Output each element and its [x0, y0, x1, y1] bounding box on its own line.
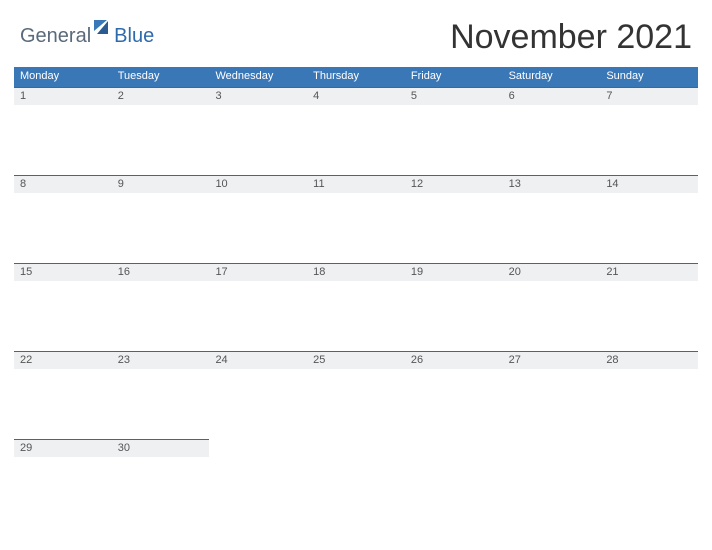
day-cell: 22 [14, 351, 112, 439]
day-number [405, 439, 503, 457]
day-cell: 12 [405, 175, 503, 263]
day-number: 13 [503, 175, 601, 193]
day-cell: 13 [503, 175, 601, 263]
weekday-header: Tuesday [112, 67, 210, 87]
day-cell: 16 [112, 263, 210, 351]
day-number [600, 439, 698, 457]
day-cell: 24 [209, 351, 307, 439]
day-number: 29 [14, 439, 112, 457]
day-cell: 15 [14, 263, 112, 351]
day-cell: 20 [503, 263, 601, 351]
day-number: 28 [600, 351, 698, 369]
day-number [307, 439, 405, 457]
day-number: 22 [14, 351, 112, 369]
day-number: 20 [503, 263, 601, 281]
day-number: 4 [307, 87, 405, 105]
day-number: 1 [14, 87, 112, 105]
weekday-header: Sunday [600, 67, 698, 87]
day-number [503, 439, 601, 457]
day-cell: 27 [503, 351, 601, 439]
day-cell: 11 [307, 175, 405, 263]
week-row: 1 2 3 4 5 6 7 [14, 87, 698, 175]
day-cell: 14 [600, 175, 698, 263]
day-number: 25 [307, 351, 405, 369]
day-number: 15 [14, 263, 112, 281]
week-row: 22 23 24 25 26 27 28 [14, 351, 698, 439]
day-number: 23 [112, 351, 210, 369]
day-cell: 19 [405, 263, 503, 351]
logo-mark-icon [94, 20, 112, 39]
day-number: 27 [503, 351, 601, 369]
weekday-header: Friday [405, 67, 503, 87]
day-number: 24 [209, 351, 307, 369]
day-number: 11 [307, 175, 405, 193]
day-number: 9 [112, 175, 210, 193]
logo-text-blue: Blue [114, 25, 154, 48]
day-cell: 4 [307, 87, 405, 175]
weekday-header-row: Monday Tuesday Wednesday Thursday Friday… [14, 67, 698, 87]
week-row: 15 16 17 18 19 20 21 [14, 263, 698, 351]
day-number: 2 [112, 87, 210, 105]
week-row: 29 30 [14, 439, 698, 527]
day-number: 6 [503, 87, 601, 105]
day-cell: 21 [600, 263, 698, 351]
day-number: 17 [209, 263, 307, 281]
day-cell: 23 [112, 351, 210, 439]
day-number [209, 439, 307, 457]
day-cell: 30 [112, 439, 210, 527]
day-cell: 18 [307, 263, 405, 351]
logo: General Blue [14, 20, 154, 57]
day-cell-empty [209, 439, 307, 527]
header: General Blue November 2021 [14, 18, 698, 57]
day-cell: 17 [209, 263, 307, 351]
day-cell: 7 [600, 87, 698, 175]
day-cell-empty [307, 439, 405, 527]
day-number: 21 [600, 263, 698, 281]
day-cell: 9 [112, 175, 210, 263]
day-cell-empty [405, 439, 503, 527]
day-cell: 10 [209, 175, 307, 263]
day-cell: 26 [405, 351, 503, 439]
day-number: 12 [405, 175, 503, 193]
day-cell: 28 [600, 351, 698, 439]
weekday-header: Wednesday [209, 67, 307, 87]
day-cell: 25 [307, 351, 405, 439]
day-cell: 5 [405, 87, 503, 175]
day-number: 26 [405, 351, 503, 369]
logo-text-general: General [20, 25, 91, 48]
day-number: 30 [112, 439, 210, 457]
day-cell: 29 [14, 439, 112, 527]
day-cell: 3 [209, 87, 307, 175]
day-cell: 8 [14, 175, 112, 263]
day-cell: 6 [503, 87, 601, 175]
day-number: 10 [209, 175, 307, 193]
day-number: 19 [405, 263, 503, 281]
weekday-header: Saturday [503, 67, 601, 87]
weekday-header: Thursday [307, 67, 405, 87]
day-number: 5 [405, 87, 503, 105]
day-number: 14 [600, 175, 698, 193]
day-cell: 2 [112, 87, 210, 175]
day-number: 3 [209, 87, 307, 105]
day-cell: 1 [14, 87, 112, 175]
day-cell-empty [503, 439, 601, 527]
day-number: 18 [307, 263, 405, 281]
day-number: 16 [112, 263, 210, 281]
week-row: 8 9 10 11 12 13 14 [14, 175, 698, 263]
day-number: 8 [14, 175, 112, 193]
weekday-header: Monday [14, 67, 112, 87]
calendar-title: November 2021 [450, 18, 698, 57]
calendar-grid: Monday Tuesday Wednesday Thursday Friday… [14, 67, 698, 527]
day-cell-empty [600, 439, 698, 527]
day-number: 7 [600, 87, 698, 105]
